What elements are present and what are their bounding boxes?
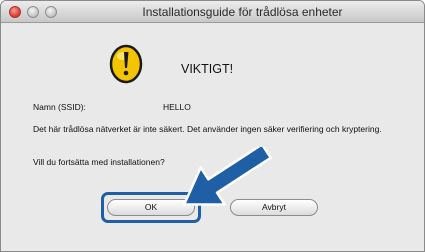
warning-icon bbox=[109, 44, 143, 84]
window-title: Installationsguide för trådlösa enheter bbox=[142, 5, 343, 19]
ssid-label: Namn (SSID): bbox=[33, 102, 86, 112]
close-window-button[interactable] bbox=[9, 6, 21, 18]
ssid-value: HELLO bbox=[163, 102, 191, 112]
dialog-body: VIKTIGT! Namn (SSID): HELLO Det här tråd… bbox=[1, 24, 424, 251]
security-warning-text: Det här trådlösa nätverket är inte säker… bbox=[33, 124, 382, 134]
minimize-window-button[interactable] bbox=[27, 6, 39, 18]
zoom-window-button[interactable] bbox=[45, 6, 57, 18]
continue-question: Vill du fortsätta med installationen? bbox=[33, 157, 165, 167]
title-bar: Installationsguide för trådlösa enheter bbox=[1, 1, 424, 23]
arrow-icon bbox=[182, 147, 272, 206]
installer-window: Installationsguide för trådlösa enheter … bbox=[0, 0, 425, 252]
dialog-heading: VIKTIGT! bbox=[181, 62, 234, 76]
